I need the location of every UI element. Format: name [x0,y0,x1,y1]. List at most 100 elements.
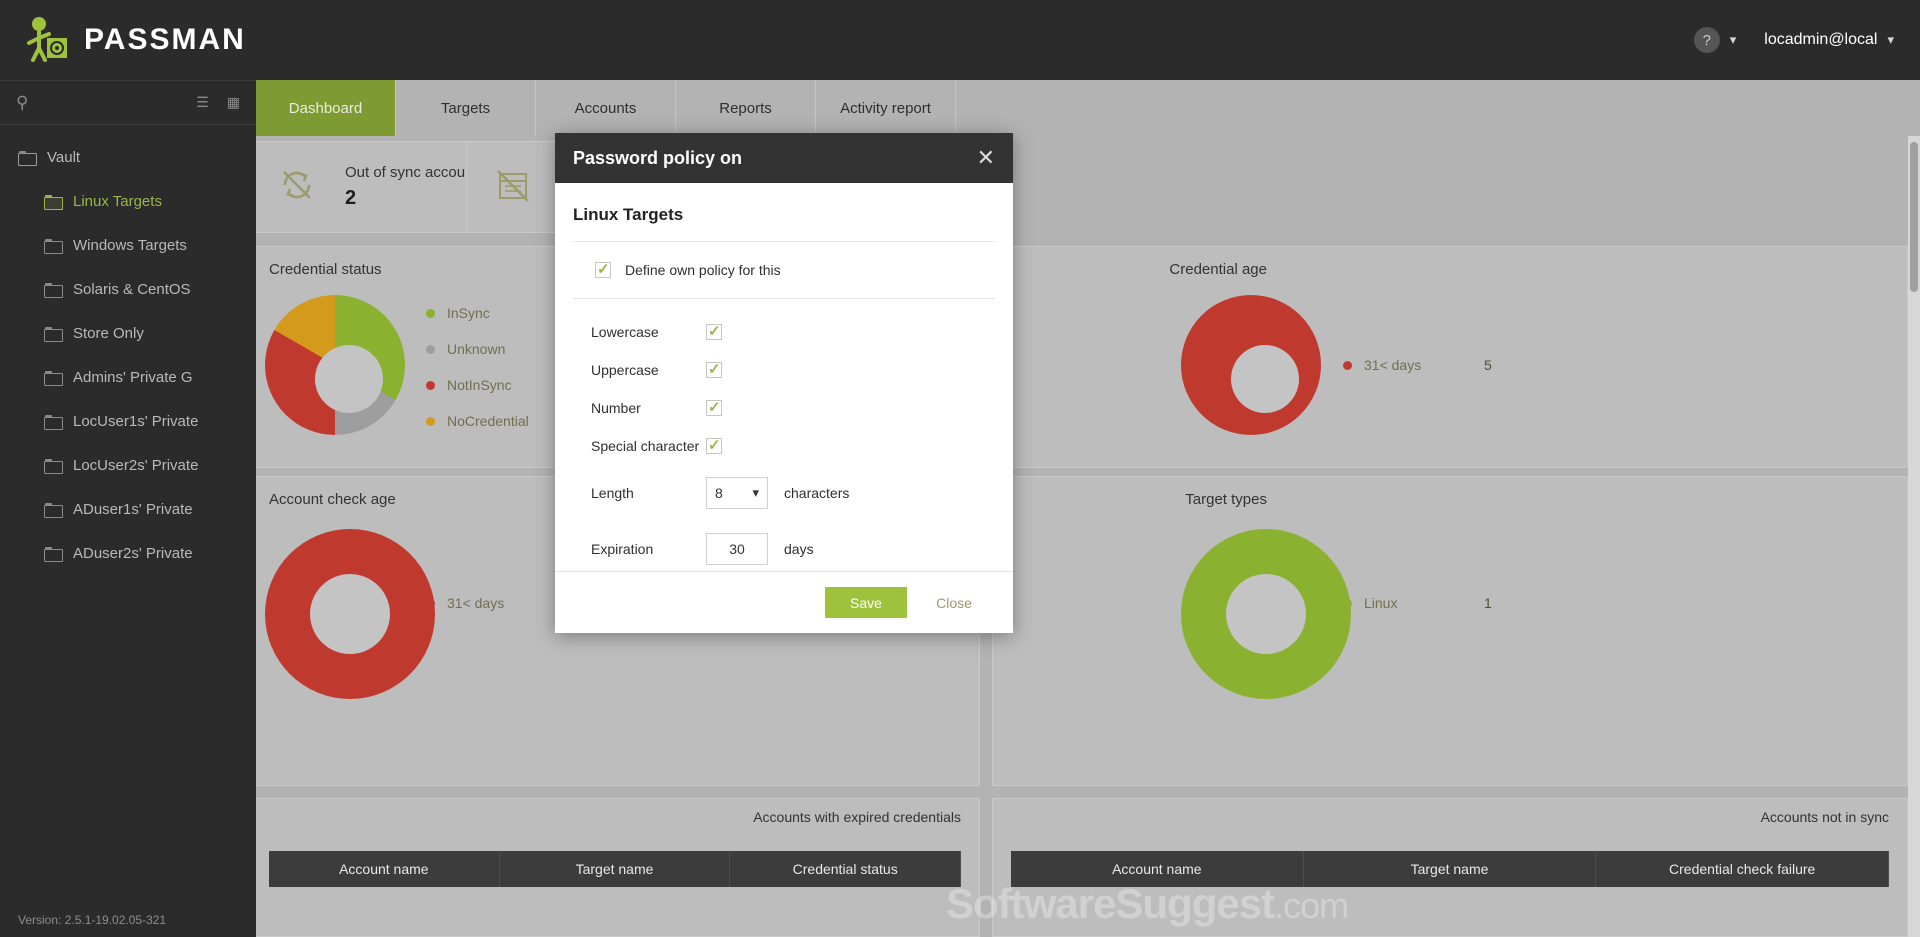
sidebar-item-aduser2s-private[interactable]: ADuser2s' Private [0,531,256,575]
legend-dot-icon [426,380,435,390]
legend-label: 31< days [1364,357,1422,373]
define-own-policy-checkbox[interactable] [595,260,611,278]
legend-dot-icon [426,308,435,318]
topbar-right: ? ▾ locadmin@local ▾ [1693,27,1920,53]
tree-settings-icon[interactable]: ▦ [227,94,240,111]
option-label: Number [591,400,641,416]
brand[interactable]: PASSMAN [0,12,256,68]
length-label: Length [591,485,634,501]
define-own-policy-row[interactable]: Define own policy for this [573,242,995,298]
dialog-footer: Save Close [555,571,1013,633]
tree-root-vault[interactable]: Vault [0,135,256,179]
dialog-title: Password policy on [573,147,743,168]
save-button[interactable]: Save [825,587,907,618]
lowercase-checkbox[interactable] [706,322,722,340]
help-icon[interactable]: ? [1693,27,1720,53]
folder-icon [44,238,63,254]
tab-label: Dashboard [288,99,363,117]
sidebar-item-locuser1s-private[interactable]: LocUser1s' Private [0,399,256,443]
folder-icon [44,414,63,430]
card-target-types: Target types Linux 1 [992,476,1908,786]
legend-value: 1 [1484,595,1492,611]
sidebar-item-windows-targets[interactable]: Windows Targets [0,223,256,267]
close-icon[interactable]: ✕ [977,147,995,169]
tab-accounts[interactable]: Accounts [536,80,676,136]
user-menu-label[interactable]: locadmin@local [1764,31,1877,49]
expiration-label: Expiration [591,541,654,557]
column-header-credential-status[interactable]: Credential status [730,851,962,887]
donut-hole [310,574,390,654]
sidebar-item-label: ADuser2s' Private [73,544,193,562]
sidebar-search-bar[interactable]: ⚲ ☰ ▦ [0,81,256,125]
option-label: Special character [591,438,700,454]
user-chevron-down-icon[interactable]: ▾ [1887,32,1894,48]
donut-hole [1226,574,1306,654]
tab-label: Targets [440,99,491,117]
uppercase-checkbox[interactable] [706,360,722,378]
length-value: 8 [715,485,723,501]
search-icon[interactable]: ⚲ [16,93,28,113]
help-chevron-down-icon[interactable]: ▾ [1730,32,1737,48]
define-own-policy-label: Define own policy for this [625,262,781,278]
tab-reports[interactable]: Reports [676,80,816,136]
legend-dot-icon [1343,360,1352,370]
legend-dot-icon [426,416,435,426]
option-row-lowercase[interactable]: Lowercase [573,313,995,351]
option-row-number[interactable]: Number [573,389,995,427]
notinsync-table-header: Account name Target name Credential chec… [1011,851,1890,887]
sidebar-item-label: Windows Targets [73,236,187,254]
legend-label: Unknown [447,341,506,357]
sidebar-tools: ☰ ▦ [196,94,240,111]
sidebar-item-label: ADuser1s' Private [73,500,193,518]
scrollbar-thumb[interactable] [1910,142,1918,292]
legend-item: 31< days 5 [1343,347,1492,383]
column-header-credential-check-failure[interactable]: Credential check failure [1596,851,1890,887]
legend-dot-icon [426,598,435,608]
option-row-special-character[interactable]: Special character [573,427,995,465]
donut-hole [1231,345,1299,413]
special-character-checkbox[interactable] [706,436,722,454]
tab-label: Activity report [840,99,931,117]
sidebar-item-linux-targets[interactable]: Linux Targets [0,179,256,223]
main-nav: Dashboard Targets Accounts Reports Activ… [256,80,1920,136]
sidebar-item-label: Admins' Private G [73,368,193,386]
legend-label: Linux [1364,595,1398,611]
column-header-account-name[interactable]: Account name [269,851,500,887]
folder-open-icon [18,150,37,166]
tab-dashboard[interactable]: Dashboard [256,80,396,136]
option-row-uppercase[interactable]: Uppercase [573,351,995,389]
vertical-scrollbar[interactable] [1908,136,1920,937]
column-header-target-name[interactable]: Target name [1304,851,1597,887]
kpi-inner: Out of sync accounts 2 [256,142,501,232]
sidebar: ⚲ ☰ ▦ Vault Linux Targets Windows Target… [0,80,256,937]
tab-targets[interactable]: Targets [396,80,536,136]
password-policy-dialog: Password policy on ✕ Linux Targets Defin… [555,133,1013,633]
number-checkbox[interactable] [706,398,722,416]
tab-activity-report[interactable]: Activity report [816,80,956,136]
expiration-row: Expiration 30 days [573,521,995,577]
passman-dashboard: PASSMAN ? ▾ locadmin@local ▾ ⚲ ☰ ▦ Vault [0,0,1920,937]
sidebar-item-aduser1s-private[interactable]: ADuser1s' Private [0,487,256,531]
card-accounts-not-in-sync: Accounts not in sync Account name Target… [992,798,1908,937]
folder-icon [44,502,63,518]
dialog-header: Password policy on ✕ [555,133,1013,183]
expired-table-header: Account name Target name Credential stat… [269,851,962,887]
column-header-account-name[interactable]: Account name [1011,851,1304,887]
sidebar-item-locuser2s-private[interactable]: LocUser2s' Private [0,443,256,487]
expiration-input[interactable]: 30 [706,533,768,565]
folder-icon [44,326,63,342]
sidebar-item-admins-private[interactable]: Admins' Private G [0,355,256,399]
folder-icon [44,458,63,474]
filter-icon[interactable]: ☰ [196,94,209,111]
legend-dot-icon [426,344,435,354]
sidebar-item-solaris-centos[interactable]: Solaris & CentOS [0,267,256,311]
column-header-target-name[interactable]: Target name [500,851,731,887]
close-button[interactable]: Close [913,587,995,618]
table-caption: Accounts not in sync [1760,809,1889,825]
sidebar-item-store-only[interactable]: Store Only [0,311,256,355]
legend-item: 31< days 5 [426,585,575,621]
table-caption: Accounts with expired credentials [753,809,961,825]
legend-label: 31< days [447,595,505,611]
length-select[interactable]: 8 ▾ [706,477,768,509]
